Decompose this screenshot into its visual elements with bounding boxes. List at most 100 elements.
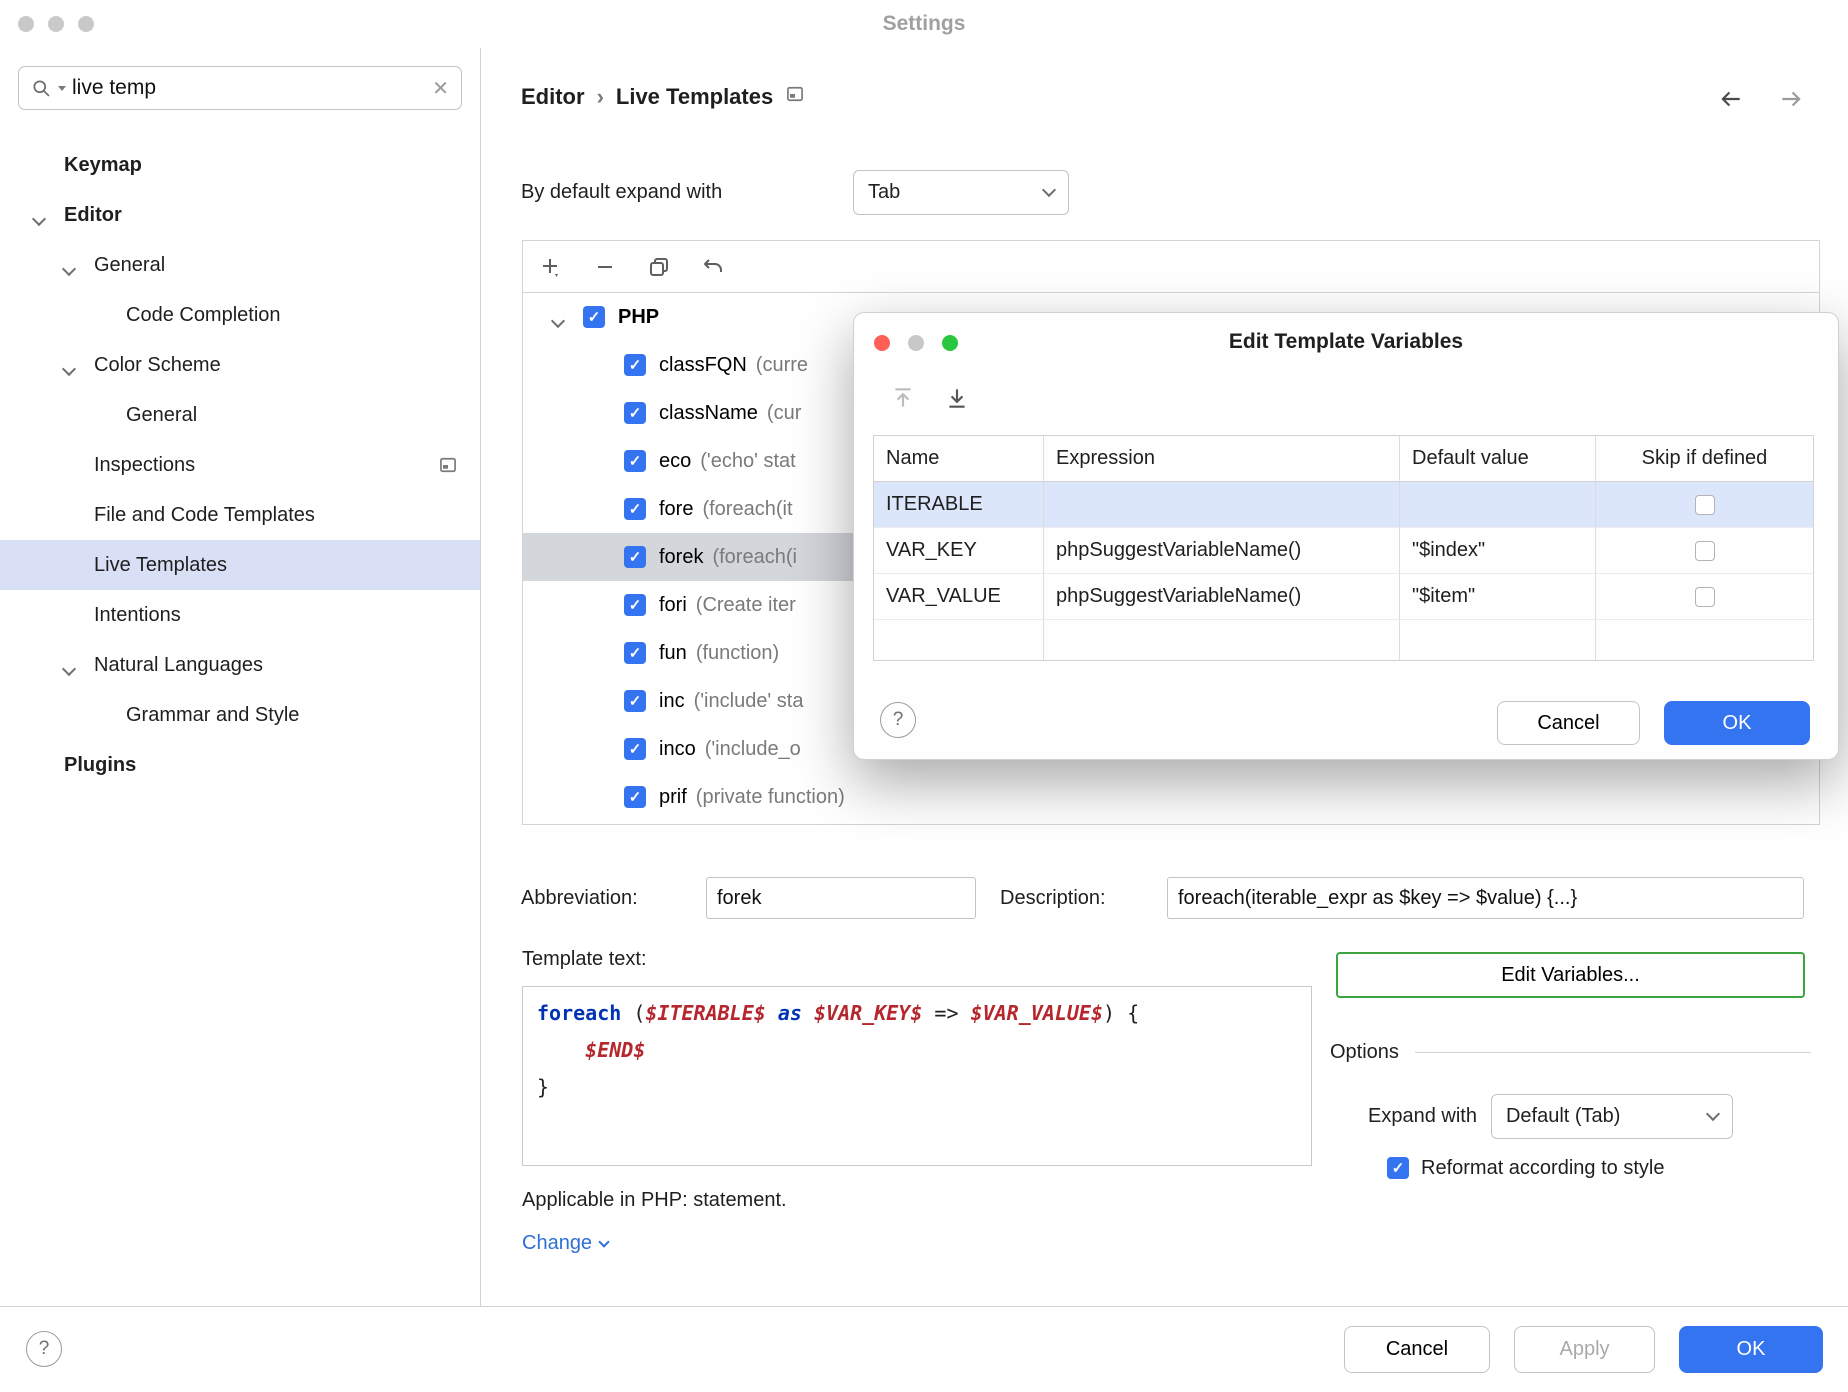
reformat-checkbox-checked[interactable]: ✓ — [1387, 1157, 1409, 1179]
sidebar-item-color-scheme-general[interactable]: General — [0, 390, 480, 440]
back-arrow-icon[interactable] — [1718, 86, 1744, 112]
search-input[interactable] — [72, 76, 426, 100]
dialog-ok-button[interactable]: OK — [1664, 701, 1810, 745]
settings-sidebar: ✕ Keymap Editor General Code Completion … — [0, 48, 481, 1306]
template-name: fun — [659, 642, 687, 665]
checkbox-checked[interactable]: ✓ — [624, 642, 646, 664]
zoom-icon[interactable] — [78, 16, 94, 32]
checkbox-checked[interactable]: ✓ — [624, 738, 646, 760]
code-variable: $ITERABLE$ — [645, 1001, 765, 1025]
checkbox-checked[interactable]: ✓ — [624, 690, 646, 712]
description-input[interactable] — [1167, 877, 1804, 919]
chevron-down-icon[interactable] — [64, 657, 74, 680]
cancel-button[interactable]: Cancel — [1344, 1326, 1490, 1373]
template-text-editor[interactable]: foreach ($ITERABLE$ as $VAR_KEY$ => $VAR… — [522, 986, 1312, 1166]
duplicate-icon[interactable] — [647, 255, 671, 279]
checkbox-unchecked[interactable] — [1695, 587, 1715, 607]
variable-name-cell[interactable]: ITERABLE — [874, 482, 1044, 528]
undo-icon[interactable] — [701, 255, 725, 279]
checkbox-checked[interactable]: ✓ — [583, 306, 605, 328]
column-header-name[interactable]: Name — [874, 436, 1044, 482]
tool-window-icon[interactable] — [438, 455, 458, 481]
minimize-icon[interactable] — [48, 16, 64, 32]
dialog-help-button[interactable]: ? — [880, 702, 916, 738]
checkbox-checked[interactable]: ✓ — [624, 594, 646, 616]
chevron-down-icon[interactable] — [64, 357, 74, 380]
clear-search-icon[interactable]: ✕ — [432, 76, 449, 101]
sidebar-item-keymap[interactable]: Keymap — [0, 140, 480, 190]
sidebar-item-general[interactable]: General — [0, 240, 480, 290]
help-button[interactable]: ? — [26, 1331, 62, 1367]
search-history-icon[interactable] — [58, 86, 66, 91]
template-description: (private function) — [696, 786, 845, 809]
breadcrumb-editor[interactable]: Editor — [521, 84, 585, 110]
sidebar-item-live-templates[interactable]: Live Templates — [0, 540, 480, 590]
chevron-down-icon[interactable] — [34, 207, 44, 230]
zoom-icon[interactable] — [942, 335, 958, 351]
checkbox-checked[interactable]: ✓ — [624, 546, 646, 568]
edit-variables-button[interactable]: Edit Variables... — [1336, 952, 1805, 998]
checkbox-unchecked[interactable] — [1695, 541, 1715, 561]
sidebar-item-grammar-and-style[interactable]: Grammar and Style — [0, 690, 480, 740]
variable-name-cell[interactable]: VAR_VALUE — [874, 574, 1044, 620]
variables-table: Name Expression Default value Skip if de… — [873, 435, 1814, 661]
ok-button[interactable]: OK — [1679, 1326, 1823, 1373]
sidebar-item-intentions[interactable]: Intentions — [0, 590, 480, 640]
breadcrumb-separator: › — [597, 84, 604, 110]
remove-icon[interactable] — [593, 255, 617, 279]
checkbox-checked[interactable]: ✓ — [624, 450, 646, 472]
checkbox-checked[interactable]: ✓ — [624, 498, 646, 520]
expand-with-select[interactable]: Default (Tab) — [1491, 1094, 1733, 1139]
code-plain: => — [922, 1001, 970, 1025]
close-icon[interactable] — [18, 16, 34, 32]
footer-buttons: Cancel Apply OK — [1344, 1326, 1823, 1373]
default-expand-select[interactable]: Tab — [853, 170, 1069, 215]
tool-window-icon[interactable] — [785, 84, 805, 110]
sidebar-item-file-and-code-templates[interactable]: File and Code Templates — [0, 490, 480, 540]
options-label: Options — [1330, 1041, 1399, 1064]
sidebar-item-color-scheme[interactable]: Color Scheme — [0, 340, 480, 390]
chevron-down-icon[interactable] — [553, 309, 563, 332]
variable-skip-cell[interactable] — [1596, 574, 1813, 620]
dialog-cancel-button[interactable]: Cancel — [1497, 701, 1640, 745]
column-header-default-value[interactable]: Default value — [1400, 436, 1596, 482]
sidebar-item-editor[interactable]: Editor — [0, 190, 480, 240]
checkbox-checked[interactable]: ✓ — [624, 786, 646, 808]
move-down-icon[interactable] — [944, 385, 970, 411]
variable-default-cell[interactable]: "$index" — [1400, 528, 1596, 574]
template-name: inco — [659, 738, 696, 761]
apply-button[interactable]: Apply — [1514, 1326, 1655, 1373]
default-expand-label: By default expand with — [521, 181, 722, 204]
checkbox-checked[interactable]: ✓ — [624, 402, 646, 424]
change-context-link[interactable]: Change — [522, 1232, 608, 1255]
variable-expression-cell[interactable]: phpSuggestVariableName() — [1044, 528, 1400, 574]
variable-skip-cell[interactable] — [1596, 482, 1813, 528]
variable-default-cell[interactable]: "$item" — [1400, 574, 1596, 620]
sidebar-item-inspections[interactable]: Inspections — [0, 440, 480, 490]
footer-bar: ? Cancel Apply OK — [0, 1306, 1848, 1392]
template-toolbar — [523, 241, 1819, 293]
chevron-down-icon[interactable] — [64, 257, 74, 280]
checkbox-checked[interactable]: ✓ — [624, 354, 646, 376]
sidebar-item-code-completion[interactable]: Code Completion — [0, 290, 480, 340]
variable-name-cell[interactable]: VAR_KEY — [874, 528, 1044, 574]
close-icon[interactable] — [874, 335, 890, 351]
abbreviation-input[interactable] — [706, 877, 976, 919]
add-icon[interactable] — [539, 255, 563, 279]
column-header-expression[interactable]: Expression — [1044, 436, 1400, 482]
variable-skip-cell[interactable] — [1596, 528, 1813, 574]
variable-expression-cell[interactable]: phpSuggestVariableName() — [1044, 574, 1400, 620]
column-header-skip-if-defined[interactable]: Skip if defined — [1596, 436, 1813, 482]
variable-default-cell[interactable] — [1400, 482, 1596, 528]
sidebar-item-label: Natural Languages — [0, 654, 263, 677]
variable-expression-cell[interactable] — [1044, 482, 1400, 528]
settings-search[interactable]: ✕ — [18, 66, 462, 110]
sidebar-item-natural-languages[interactable]: Natural Languages — [0, 640, 480, 690]
sidebar-item-plugins[interactable]: Plugins — [0, 740, 480, 790]
checkbox-unchecked[interactable] — [1695, 495, 1715, 515]
forward-arrow-icon[interactable] — [1778, 86, 1804, 112]
code-line: foreach ($ITERABLE$ as $VAR_KEY$ => $VAR… — [537, 995, 1297, 1032]
template-row-prif[interactable]: ✓prif(private function) — [523, 773, 1819, 821]
move-up-icon[interactable] — [890, 385, 916, 411]
template-name: inc — [659, 690, 685, 713]
